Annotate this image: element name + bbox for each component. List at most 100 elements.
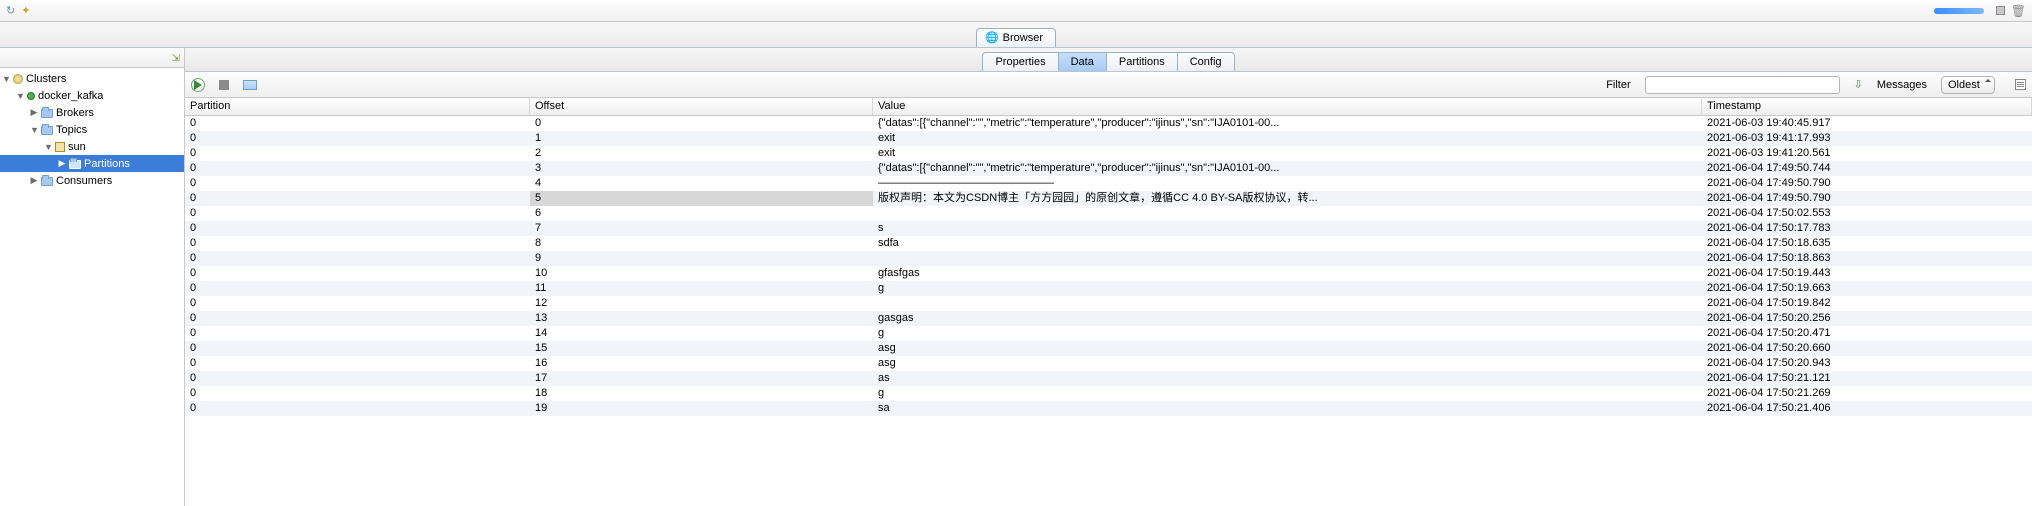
globe-icon <box>985 31 999 44</box>
cell-offset: 1 <box>530 131 873 146</box>
filter-input[interactable] <box>1645 76 1840 94</box>
table-row[interactable]: 062021-06-04 17:50:02.553 <box>185 206 2032 221</box>
tab-properties-label: Properties <box>995 56 1045 68</box>
cell-value: g <box>873 326 1702 341</box>
table-row[interactable]: 016asg2021-06-04 17:50:20.943 <box>185 356 2032 371</box>
cell-timestamp: 2021-06-03 19:41:20.561 <box>1702 146 2032 161</box>
cell-value <box>873 296 1702 311</box>
cell-timestamp: 2021-06-04 17:49:50.744 <box>1702 161 2032 176</box>
cell-offset: 2 <box>530 146 873 161</box>
table-row[interactable]: 011g2021-06-04 17:50:19.663 <box>185 281 2032 296</box>
cluster-tree[interactable]: ▼ Clusters ▼ docker_kafka ▶ Brokers ▼ To… <box>0 68 184 506</box>
table-row[interactable]: 019sa2021-06-04 17:50:21.406 <box>185 401 2032 416</box>
tab-data[interactable]: Data <box>1058 52 1107 71</box>
folder-icon <box>41 109 53 118</box>
tree-docker-kafka[interactable]: ▼ docker_kafka <box>0 87 184 104</box>
run-button[interactable] <box>191 78 205 92</box>
tree-sun[interactable]: ▼ sun <box>0 138 184 155</box>
cell-partition: 0 <box>185 236 530 251</box>
cell-value: asg <box>873 356 1702 371</box>
tree-partitions[interactable]: ▶ Partitions <box>0 155 184 172</box>
col-offset[interactable]: Offset <box>530 98 873 115</box>
clusters-icon <box>13 74 23 84</box>
cell-offset: 13 <box>530 311 873 326</box>
collapse-all-icon[interactable] <box>172 52 180 64</box>
tab-partitions[interactable]: Partitions <box>1106 52 1178 71</box>
table-row[interactable]: 02exit2021-06-03 19:41:20.561 <box>185 146 2032 161</box>
trash-icon[interactable] <box>2011 4 2026 18</box>
cell-timestamp: 2021-06-04 17:50:20.943 <box>1702 356 2032 371</box>
sub-tabbar: Properties Data Partitions Config <box>185 48 2032 72</box>
grid-body[interactable]: 00{"datas":[{"channel":"","metric":"temp… <box>185 116 2032 506</box>
refresh-icon[interactable] <box>6 4 15 17</box>
cell-offset: 15 <box>530 341 873 356</box>
stop-task-icon[interactable] <box>1996 6 2005 15</box>
cell-partition: 0 <box>185 116 530 131</box>
table-row[interactable]: 04————————————————2021-06-04 17:49:50.79… <box>185 176 2032 191</box>
tab-properties[interactable]: Properties <box>982 52 1058 71</box>
cell-offset: 12 <box>530 296 873 311</box>
play-icon <box>194 80 202 90</box>
table-row[interactable]: 015asg2021-06-04 17:50:20.660 <box>185 341 2032 356</box>
cell-offset: 17 <box>530 371 873 386</box>
table-row[interactable]: 013gasgas2021-06-04 17:50:20.256 <box>185 311 2032 326</box>
editor-area: Properties Data Partitions Config Filter… <box>185 48 2032 506</box>
tab-browser-label: Browser <box>1003 32 1043 44</box>
col-value[interactable]: Value <box>873 98 1702 115</box>
cell-offset: 4 <box>530 176 873 191</box>
col-timestamp[interactable]: Timestamp <box>1702 98 2032 115</box>
col-partition[interactable]: Partition <box>185 98 530 115</box>
tree-topics[interactable]: ▼ Topics <box>0 121 184 138</box>
tab-config[interactable]: Config <box>1177 52 1235 71</box>
cell-value: ———————————————— <box>873 176 1702 191</box>
cell-partition: 0 <box>185 191 530 206</box>
table-row[interactable]: 0122021-06-04 17:50:19.842 <box>185 296 2032 311</box>
folder-icon <box>41 126 53 135</box>
cell-value: exit <box>873 131 1702 146</box>
cell-offset: 8 <box>530 236 873 251</box>
cell-partition: 0 <box>185 326 530 341</box>
cell-partition: 0 <box>185 221 530 236</box>
tab-browser[interactable]: Browser <box>976 28 1056 47</box>
tree-topics-label: Topics <box>56 124 87 136</box>
table-row[interactable]: 05版权声明：本文为CSDN博主「方方园园」的原创文章，遵循CC 4.0 BY-… <box>185 191 2032 206</box>
table-row[interactable]: 03{"datas":[{"channel":"","metric":"temp… <box>185 161 2032 176</box>
table-row[interactable]: 014g2021-06-04 17:50:20.471 <box>185 326 2032 341</box>
cell-offset: 9 <box>530 251 873 266</box>
cell-offset: 0 <box>530 116 873 131</box>
tree-brokers[interactable]: ▶ Brokers <box>0 104 184 121</box>
cell-timestamp: 2021-06-04 17:50:20.256 <box>1702 311 2032 326</box>
apply-filter-icon[interactable] <box>1854 78 1863 91</box>
cell-value: g <box>873 281 1702 296</box>
new-connection-icon[interactable] <box>21 4 30 17</box>
table-row[interactable]: 010gfasfgas2021-06-04 17:50:19.443 <box>185 266 2032 281</box>
table-row[interactable]: 017as2021-06-04 17:50:21.121 <box>185 371 2032 386</box>
table-row[interactable]: 018g2021-06-04 17:50:21.269 <box>185 386 2032 401</box>
stop-button[interactable] <box>219 80 229 90</box>
cell-partition: 0 <box>185 251 530 266</box>
cell-timestamp: 2021-06-04 17:50:02.553 <box>1702 206 2032 221</box>
tree-clusters-label: Clusters <box>26 73 66 85</box>
cell-offset: 11 <box>530 281 873 296</box>
age-select-wrap[interactable]: Oldest <box>1941 76 1995 94</box>
table-row[interactable]: 08sdfa2021-06-04 17:50:18.635 <box>185 236 2032 251</box>
top-toolbar <box>0 0 2032 22</box>
cell-partition: 0 <box>185 281 530 296</box>
age-select[interactable]: Oldest <box>1941 76 1995 94</box>
table-row[interactable]: 00{"datas":[{"channel":"","metric":"temp… <box>185 116 2032 131</box>
cell-partition: 0 <box>185 341 530 356</box>
layout-button[interactable] <box>243 80 257 90</box>
tab-config-label: Config <box>1190 56 1222 68</box>
table-row[interactable]: 092021-06-04 17:50:18.863 <box>185 251 2032 266</box>
cell-timestamp: 2021-06-04 17:50:18.635 <box>1702 236 2032 251</box>
table-row[interactable]: 01exit2021-06-03 19:41:17.993 <box>185 131 2032 146</box>
cell-value: gfasfgas <box>873 266 1702 281</box>
folder-icon <box>41 177 53 186</box>
table-row[interactable]: 07s2021-06-04 17:50:17.783 <box>185 221 2032 236</box>
cell-value: sa <box>873 401 1702 416</box>
columns-config-icon[interactable] <box>2015 79 2026 90</box>
tree-consumers[interactable]: ▶ Consumers <box>0 172 184 189</box>
cell-value: exit <box>873 146 1702 161</box>
tree-clusters[interactable]: ▼ Clusters <box>0 70 184 87</box>
data-toolbar: Filter Messages Oldest <box>185 72 2032 98</box>
